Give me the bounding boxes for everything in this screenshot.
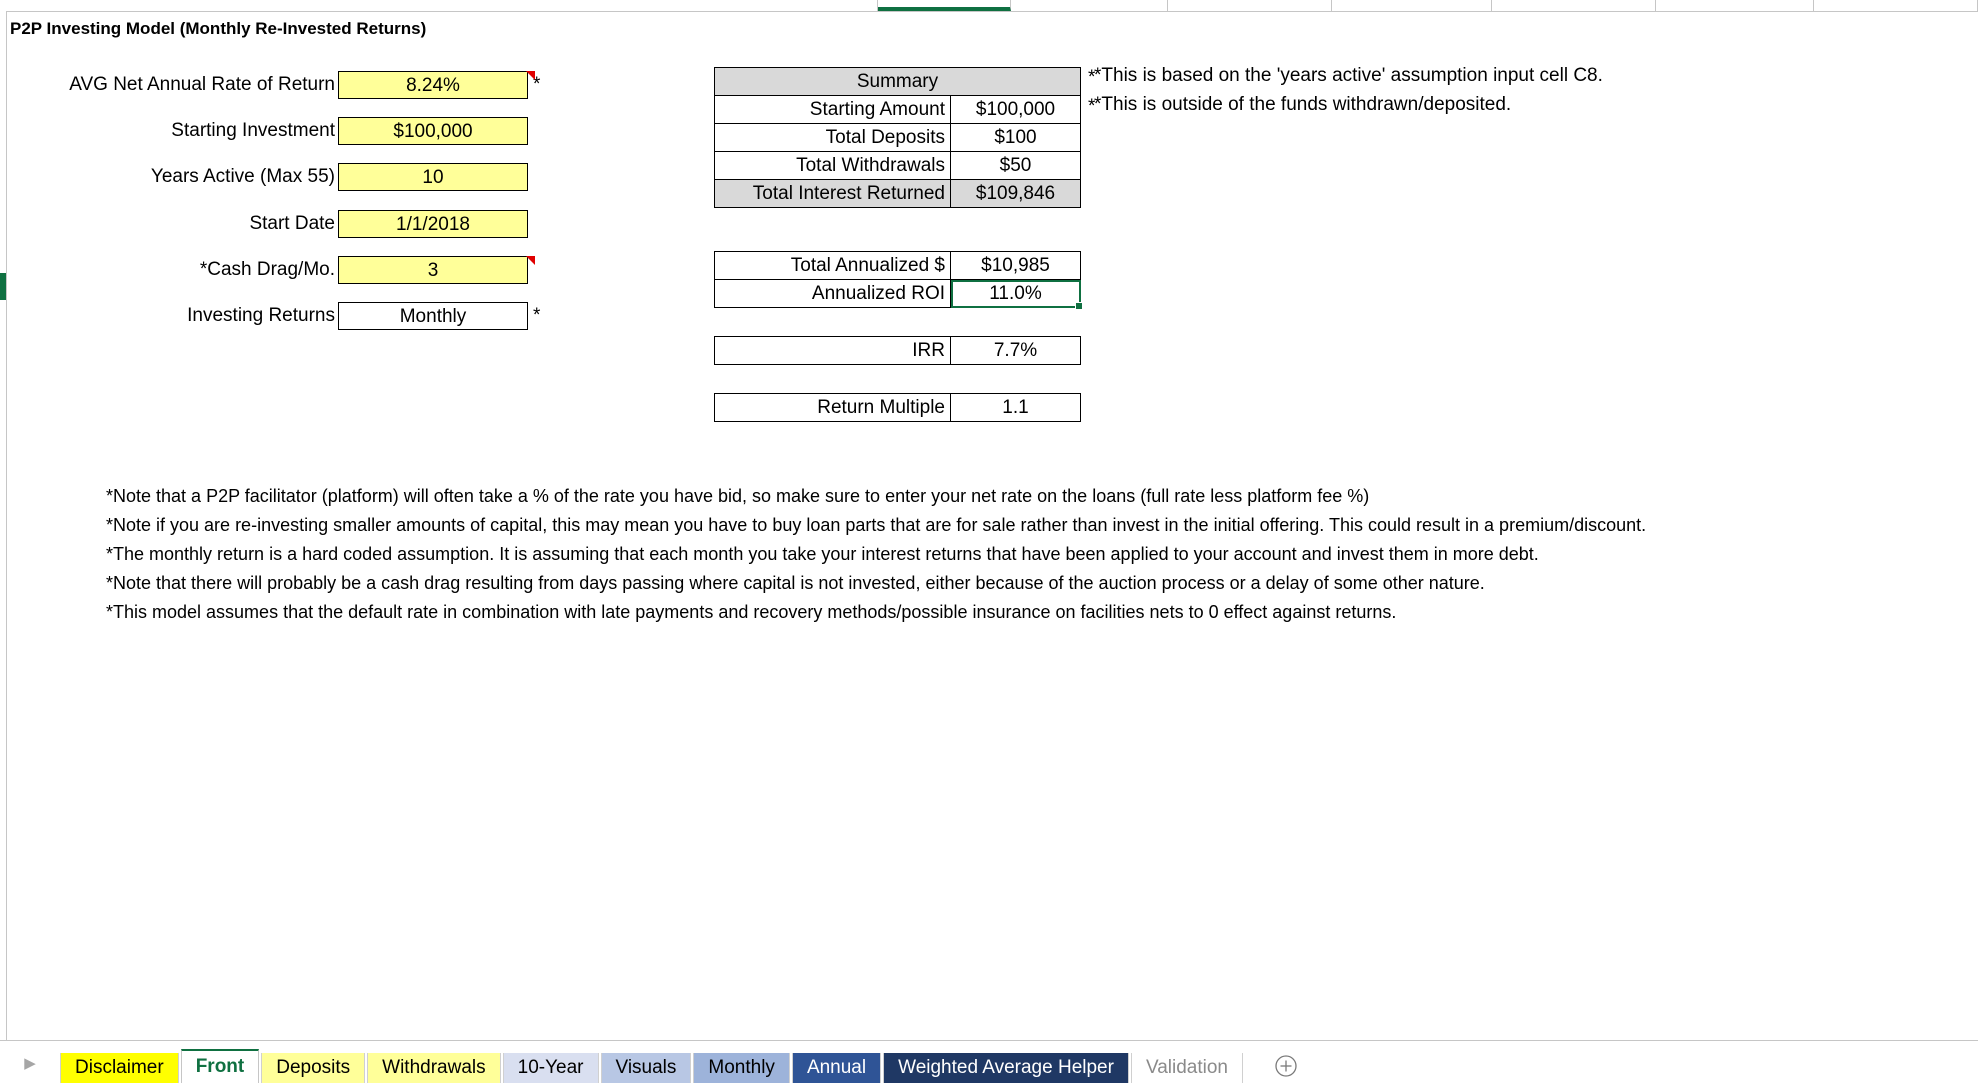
table-row[interactable]: Return Multiple 1.1 <box>714 393 1081 422</box>
summary-value-total-withdrawals[interactable]: $50 <box>950 151 1081 180</box>
column-header-cell[interactable] <box>1656 0 1815 11</box>
avg-net-annual-rate-input[interactable]: 8.24% <box>338 71 528 99</box>
investing-returns-input[interactable]: Monthly <box>338 302 528 330</box>
footnote-star: * <box>533 305 541 326</box>
summary-table-header: Summary <box>714 67 1081 96</box>
page-title: P2P Investing Model (Monthly Re-Invested… <box>10 19 427 38</box>
table-row[interactable]: Total Annualized $ $10,985 <box>714 251 1081 280</box>
sheet-tab-front[interactable]: Front <box>180 1049 260 1083</box>
column-header-cell[interactable] <box>1332 0 1492 11</box>
column-headers <box>0 0 1978 12</box>
summary-label-total-deposits: Total Deposits <box>714 123 951 152</box>
metric-label-total-annualized: Total Annualized $ <box>714 251 951 280</box>
metric-value-irr[interactable]: 7.7% <box>950 336 1081 365</box>
table-row[interactable]: IRR 7.7% <box>714 336 1081 365</box>
summary-label-total-interest-returned: Total Interest Returned <box>714 179 951 208</box>
sheet-tab-deposits[interactable]: Deposits <box>261 1053 366 1083</box>
sheet-tab-label: Disclaimer <box>75 1057 164 1078</box>
comment-indicator-icon <box>526 256 535 265</box>
sheet-tab-label: Front <box>195 1056 245 1077</box>
column-header-cell[interactable] <box>1814 0 1978 11</box>
metric-value-total-annualized[interactable]: $10,985 <box>950 251 1081 280</box>
input-row-starting-investment: Starting Investment $100,000 <box>8 116 528 146</box>
sheet-tab-monthly[interactable]: Monthly <box>693 1053 790 1083</box>
input-row-investing-returns: Investing Returns Monthly * <box>8 301 540 331</box>
summary-label-total-withdrawals: Total Withdrawals <box>714 151 951 180</box>
notes-block: *Note that a P2P facilitator (platform) … <box>106 482 1646 627</box>
comment-indicator-icon <box>526 71 535 80</box>
column-header-cell[interactable] <box>1011 0 1168 11</box>
input-label: Investing Returns <box>187 305 335 326</box>
input-row-avg-net-annual-rate: AVG Net Annual Rate of Return 8.24% * <box>8 70 540 100</box>
summary-label-starting-amount: Starting Amount <box>714 95 951 124</box>
annotation-years-active: *This is based on the 'years active' ass… <box>1094 65 1603 86</box>
sheet-tab-label: 10-Year <box>517 1057 584 1078</box>
note-line: *Note that there will probably be a cash… <box>106 573 1485 593</box>
input-label: *Cash Drag/Mo. <box>199 259 335 280</box>
table-row[interactable]: Starting Amount $100,000 <box>714 95 1081 124</box>
summary-value-starting-amount[interactable]: $100,000 <box>950 95 1081 124</box>
summary-value-total-deposits[interactable]: $100 <box>950 123 1081 152</box>
sheet-tab-annual[interactable]: Annual <box>791 1053 882 1083</box>
sheet-tab-label: Monthly <box>708 1057 775 1078</box>
note-line: *Note if you are re-investing smaller am… <box>106 515 1647 535</box>
column-header-cell[interactable] <box>1492 0 1656 11</box>
irr-table: IRR 7.7% <box>714 336 1081 365</box>
cash-drag-per-month-input[interactable]: 3 <box>338 256 528 284</box>
sheet-tab-label: Visuals <box>615 1057 677 1078</box>
metric-label-return-multiple: Return Multiple <box>714 393 951 422</box>
note-line: *This model assumes that the default rat… <box>106 602 1397 622</box>
column-header-cell[interactable] <box>0 0 878 11</box>
sheet-tab-label: Annual <box>806 1057 867 1078</box>
table-row[interactable]: Total Withdrawals $50 <box>714 151 1081 180</box>
summary-table: Summary Starting Amount $100,000 Total D… <box>714 67 1081 208</box>
sheet-tab-validation[interactable]: Validation <box>1130 1053 1243 1083</box>
chevron-right-icon[interactable]: ▶ <box>0 1043 60 1083</box>
sheet-tab-label: Validation <box>1145 1057 1228 1078</box>
worksheet-grid[interactable]: P2P Investing Model (Monthly Re-Invested… <box>8 12 1978 1038</box>
sheet-tab-10-year[interactable]: 10-Year <box>502 1053 599 1083</box>
table-row[interactable]: Annualized ROI 11.0% <box>714 279 1084 311</box>
input-row-start-date: Start Date 1/1/2018 <box>8 209 528 239</box>
sheet-tab-label: Withdrawals <box>382 1057 486 1078</box>
table-row[interactable]: Summary <box>714 67 1081 96</box>
metric-value-return-multiple[interactable]: 1.1 <box>950 393 1081 422</box>
row-header-selection-marker <box>0 273 6 300</box>
sheet-tab-bar: ▶ Disclaimer Front Deposits Withdrawals … <box>0 1040 1978 1083</box>
starting-investment-input[interactable]: $100,000 <box>338 117 528 145</box>
summary-value-total-interest-returned[interactable]: $109,846 <box>950 179 1081 208</box>
input-label: Start Date <box>249 213 335 234</box>
return-multiple-table: Return Multiple 1.1 <box>714 393 1081 422</box>
sheet-tab-label: Weighted Average Helper <box>898 1057 1114 1078</box>
input-row-cash-drag: *Cash Drag/Mo. 3 <box>8 255 535 285</box>
input-label: Starting Investment <box>171 120 335 141</box>
plus-circle-icon[interactable] <box>1263 1049 1309 1083</box>
annotation-funds-flow: *This is outside of the funds withdrawn/… <box>1094 94 1512 115</box>
note-line: *Note that a P2P facilitator (platform) … <box>106 486 1370 506</box>
annualized-table: Total Annualized $ $10,985 Annualized RO… <box>714 251 1084 311</box>
input-label: Years Active (Max 55) <box>150 166 335 187</box>
metric-value-annualized-roi-selected[interactable]: 11.0% <box>950 279 1084 311</box>
years-active-input[interactable]: 10 <box>338 163 528 191</box>
table-row[interactable]: Total Interest Returned $109,846 <box>714 179 1081 208</box>
input-label: AVG Net Annual Rate of Return <box>69 74 335 95</box>
column-header-cell-selected[interactable] <box>877 0 1012 11</box>
sheet-tab-label: Deposits <box>276 1057 351 1078</box>
metric-label-annualized-roi: Annualized ROI <box>714 279 951 308</box>
sheet-tab-disclaimer[interactable]: Disclaimer <box>60 1053 179 1083</box>
note-line: *The monthly return is a hard coded assu… <box>106 544 1539 564</box>
table-row[interactable]: Total Deposits $100 <box>714 123 1081 152</box>
sheet-tab-visuals[interactable]: Visuals <box>600 1053 692 1083</box>
input-row-years-active: Years Active (Max 55) 10 <box>8 162 528 192</box>
column-header-cell[interactable] <box>1168 0 1332 11</box>
start-date-input[interactable]: 1/1/2018 <box>338 210 528 238</box>
row-headers <box>0 11 7 1040</box>
sheet-tab-weighted-average-helper[interactable]: Weighted Average Helper <box>883 1053 1129 1083</box>
metric-label-irr: IRR <box>714 336 951 365</box>
sheet-tab-withdrawals[interactable]: Withdrawals <box>367 1053 501 1083</box>
